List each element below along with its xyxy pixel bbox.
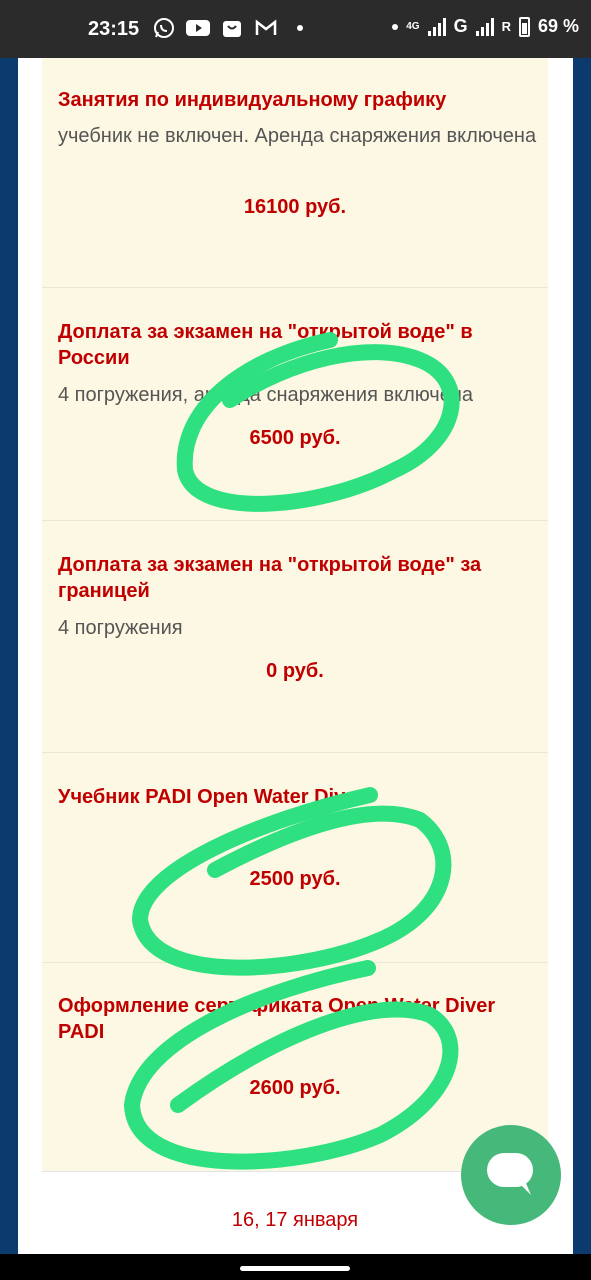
- page-frame: Занятия по индивидуальному графику учебн…: [0, 58, 591, 1255]
- item-description: 4 погружения, аренда снаряжения включена: [58, 384, 474, 406]
- item-description: 4 погружения: [58, 617, 183, 639]
- system-nav-bar: [0, 1254, 591, 1280]
- price-item: Занятия по индивидуальному графику учебн…: [42, 58, 548, 288]
- item-title: Доплата за экзамен на "открытой воде" в …: [58, 321, 473, 369]
- gmail-icon: [254, 16, 278, 40]
- item-price: 2500 руб.: [249, 868, 341, 890]
- whatsapp-icon: [152, 16, 176, 40]
- item-description: учебник не включен. Аренда снаряжения вк…: [58, 125, 537, 147]
- home-gesture-handle[interactable]: [240, 1266, 350, 1271]
- more-notifications-dot-icon: [288, 16, 312, 40]
- carrier-g-label: G: [453, 16, 468, 36]
- roaming-label: R: [501, 19, 511, 34]
- price-item: Оформление сертификата Open Water Diver …: [42, 963, 548, 1171]
- price-item: Доплата за экзамен на "открытой воде" в …: [42, 288, 548, 521]
- item-price: 6500 руб.: [249, 427, 341, 449]
- chat-button[interactable]: [461, 1125, 561, 1225]
- notification-icons: [152, 16, 312, 40]
- item-price: 0 руб.: [266, 660, 324, 682]
- status-bar: 23:15 4G G R 69 %: [0, 0, 591, 58]
- battery-percent: 69 %: [537, 16, 579, 36]
- item-title: Доплата за экзамен на "открытой воде" за…: [58, 554, 482, 602]
- system-indicators: 4G G R 69 %: [392, 16, 579, 37]
- item-price: 16100 руб.: [243, 196, 347, 218]
- signal-icon: [427, 17, 446, 36]
- dot-icon: [392, 23, 399, 30]
- item-title: Занятия по индивидуальному графику: [58, 89, 447, 111]
- price-list: Занятия по индивидуальному графику учебн…: [42, 58, 548, 1255]
- item-price: 2600 руб.: [249, 1077, 341, 1099]
- clock: 23:15: [88, 18, 140, 40]
- date-label: 16, 17 января: [231, 1209, 359, 1231]
- battery-icon: [518, 16, 530, 37]
- chat-bubble-icon: [487, 1153, 533, 1195]
- item-title: Оформление сертификата Open Water Diver …: [58, 995, 496, 1043]
- price-item: Учебник PADI Open Water Diver 2500 руб.: [42, 753, 548, 963]
- item-title: Учебник PADI Open Water Diver: [58, 786, 365, 808]
- signal-2-icon: [475, 17, 494, 36]
- network-type: 4G: [406, 20, 420, 32]
- price-item: Доплата за экзамен на "открытой воде" за…: [42, 521, 548, 753]
- page-content: Занятия по индивидуальному графику учебн…: [18, 58, 573, 1255]
- store-icon: [220, 16, 244, 40]
- youtube-icon: [186, 16, 210, 40]
